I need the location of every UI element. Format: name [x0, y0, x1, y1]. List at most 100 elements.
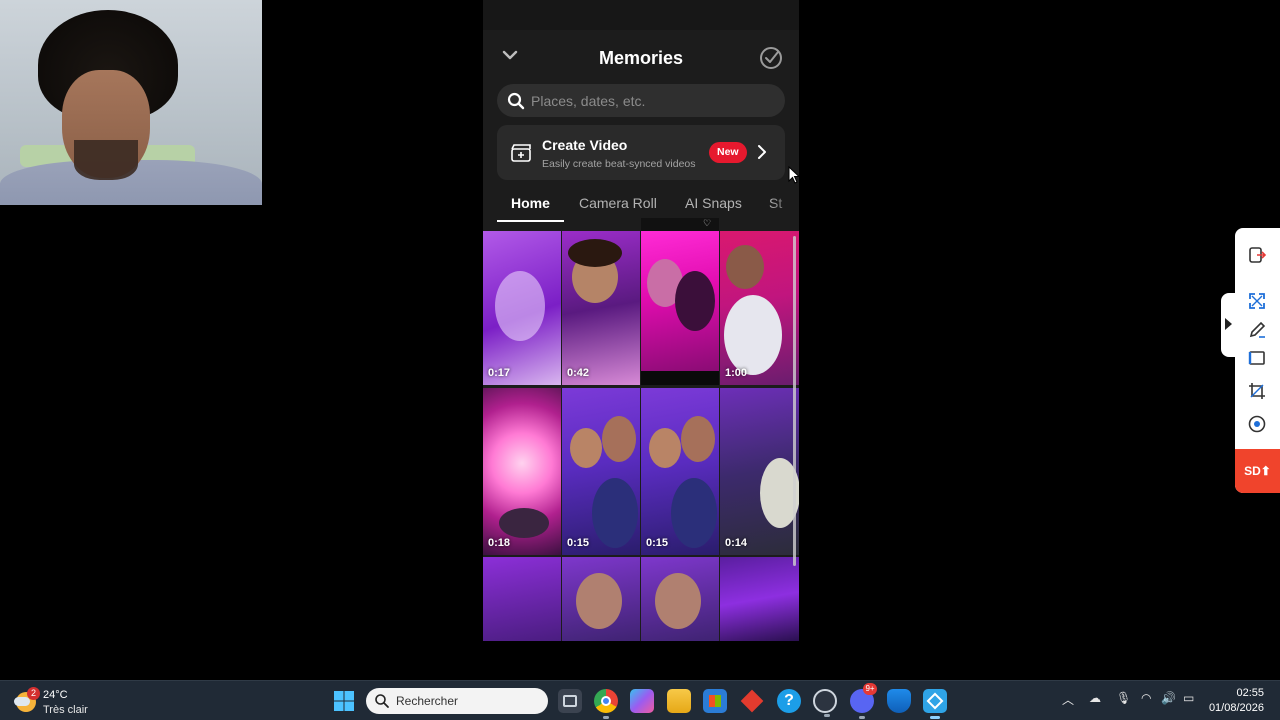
exit-icon[interactable]: [1247, 245, 1267, 265]
collapse-arrow-icon: [1225, 318, 1232, 330]
pen-icon[interactable]: [1247, 320, 1267, 340]
battery-icon[interactable]: ▭: [1183, 691, 1194, 705]
mouse-cursor-icon: [788, 166, 800, 184]
memory-tile[interactable]: 0:42: [562, 231, 640, 385]
crop-icon[interactable]: [1247, 381, 1267, 401]
wifi-icon[interactable]: ◠: [1141, 691, 1151, 705]
chevron-right-icon: [758, 145, 766, 159]
discord-badge: 9+: [863, 683, 877, 695]
help-icon[interactable]: ?: [777, 689, 801, 713]
taskbar-search-label: Rechercher: [396, 694, 459, 708]
tile-gap: [641, 371, 719, 385]
microsoft-store-icon[interactable]: [703, 689, 727, 713]
search-icon: [507, 92, 525, 110]
chevron-up-icon[interactable]: ︿: [1062, 691, 1074, 708]
grid-scrollbar[interactable]: [793, 236, 796, 566]
search-input[interactable]: [531, 84, 771, 117]
tile-image-shape: [495, 271, 545, 341]
cloud-sync-icon[interactable]: ☁: [1089, 691, 1101, 705]
taskbar-clock[interactable]: 02:55 01/08/2026: [1209, 686, 1264, 716]
new-badge: New: [709, 142, 747, 163]
tile-image-shape: [568, 239, 622, 267]
record-icon[interactable]: [1247, 414, 1267, 434]
taskbar-search[interactable]: Rechercher: [366, 688, 548, 714]
create-video-card[interactable]: Create Video Easily create beat-synced v…: [497, 125, 785, 180]
discord-icon[interactable]: 9+: [850, 683, 877, 719]
status-bar: [483, 0, 799, 30]
obs-icon[interactable]: [813, 689, 837, 717]
select-check-icon[interactable]: [759, 46, 783, 70]
volume-icon[interactable]: 🔊: [1161, 691, 1176, 705]
tile-image-shape: [602, 416, 636, 462]
weather-cloud-icon: [14, 697, 30, 706]
windows-start-icon[interactable]: [333, 690, 355, 712]
active-tab-indicator: [497, 220, 564, 222]
video-duration: 0:14: [725, 537, 748, 549]
weather-badge: 2: [27, 687, 40, 700]
weather-widget[interactable]: 2 24°C Très clair: [14, 687, 114, 717]
video-duration: 0:15: [567, 537, 590, 549]
memory-tile[interactable]: [641, 231, 719, 371]
tile-image-shape: [649, 428, 681, 468]
video-duration: 0:42: [567, 367, 590, 379]
search-bar[interactable]: [497, 84, 785, 117]
task-view-icon[interactable]: [558, 689, 582, 713]
tile-image-shape: [726, 245, 764, 289]
memory-tile[interactable]: 0:17: [483, 231, 561, 385]
weather-condition: Très clair: [43, 704, 88, 716]
video-duration: 0:17: [488, 367, 511, 379]
memory-tile[interactable]: [483, 557, 561, 641]
fullscreen-icon[interactable]: [1247, 291, 1267, 311]
search-icon: [375, 694, 389, 708]
tile-image-shape: [675, 271, 715, 331]
video-duration: 0:15: [646, 537, 669, 549]
memory-tile[interactable]: 0:15: [562, 388, 640, 555]
tile-image-shape: [576, 573, 622, 629]
taskbar: 2 24°C Très clair Rechercher ? 9+ ︿ ☁ 🎙 …: [0, 680, 1280, 720]
memory-tile[interactable]: 1:00: [720, 231, 799, 385]
clock-date: 01/08/2026: [1208, 702, 1264, 714]
tab-ai-snaps[interactable]: AI Snaps: [685, 195, 742, 211]
tab-home[interactable]: Home: [511, 195, 550, 211]
tab-camera-roll[interactable]: Camera Roll: [579, 195, 657, 211]
webcam-beard: [74, 140, 138, 180]
window-icon[interactable]: [1247, 348, 1267, 368]
clapperboard-icon: [511, 144, 531, 162]
tile-image-shape: [499, 508, 549, 538]
tile-image-shape: [681, 416, 715, 462]
sd-quality-button[interactable]: SD⬆: [1235, 449, 1280, 493]
file-explorer-icon[interactable]: [667, 689, 691, 713]
create-video-title: Create Video: [542, 137, 628, 153]
screen-recorder-toolbar: SD⬆: [1235, 228, 1280, 493]
memory-tile[interactable]: 0:18: [483, 388, 561, 555]
tabs-fade: [769, 185, 799, 225]
red-app-icon[interactable]: [740, 689, 764, 713]
tile-image-shape: [724, 295, 782, 375]
tile-image-shape: [671, 478, 717, 548]
chrome-icon[interactable]: [594, 689, 618, 719]
memory-tile[interactable]: [562, 557, 640, 641]
grid-header-strip: ♡: [641, 218, 719, 231]
microphone-icon[interactable]: 🎙: [1116, 691, 1131, 705]
heart-icon: ♡: [703, 218, 712, 228]
memory-tile[interactable]: 0:14: [720, 388, 799, 555]
create-video-subtitle: Easily create beat-synced videos: [542, 158, 696, 170]
video-duration: 0:18: [488, 537, 511, 549]
memory-tile[interactable]: [641, 557, 719, 641]
memory-tile[interactable]: [720, 557, 799, 641]
video-duration: 1:00: [725, 367, 748, 379]
defender-shield-icon[interactable]: [887, 689, 911, 713]
webcam-overlay: [0, 0, 262, 205]
clock-time: 02:55: [1236, 687, 1264, 699]
weather-temperature: 24°C: [43, 689, 68, 701]
phone-screen: Memories Create Video Easily create beat…: [483, 0, 799, 641]
copilot-icon[interactable]: [630, 689, 654, 713]
memories-header: Memories: [483, 40, 799, 76]
memory-tile[interactable]: 0:15: [641, 388, 719, 555]
tile-image-shape: [592, 478, 638, 548]
page-title: Memories: [598, 48, 684, 68]
screen-recorder-app-icon[interactable]: [923, 689, 947, 719]
sd-label: SD: [1244, 464, 1261, 478]
tile-image-shape: [655, 573, 701, 629]
tile-image-shape: [570, 428, 602, 468]
